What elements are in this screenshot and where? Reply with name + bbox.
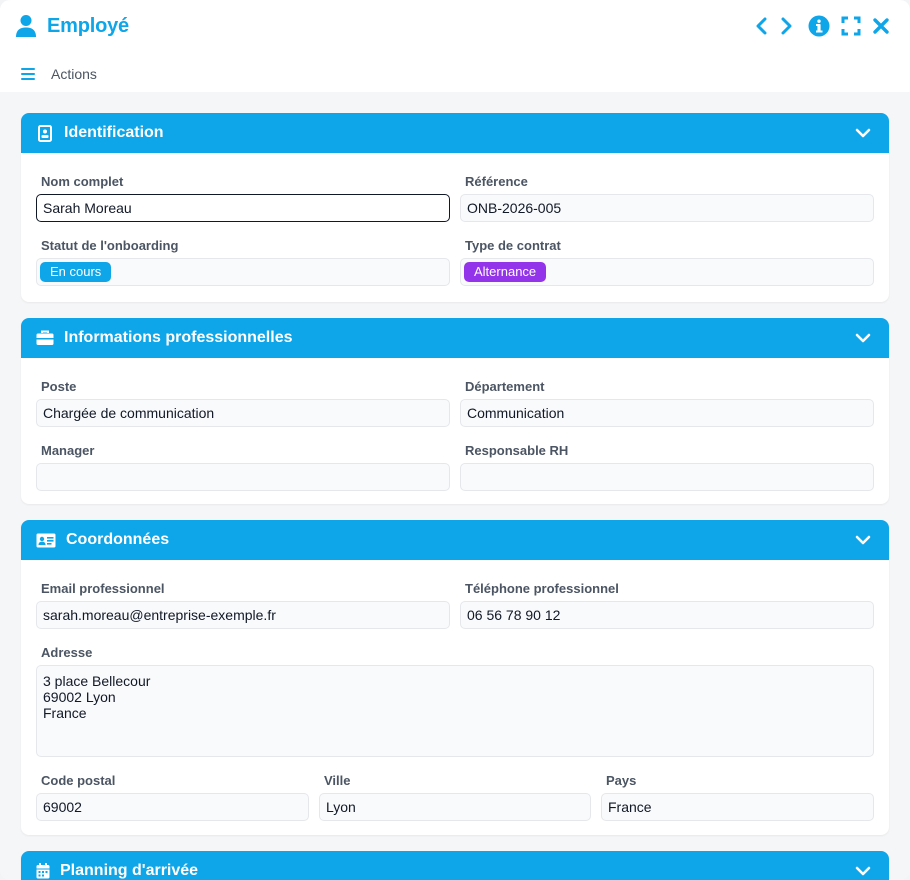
pays-value: France <box>608 799 652 815</box>
dept-value: Communication <box>467 405 565 421</box>
tel-field[interactable]: 06 56 78 90 12 <box>460 601 874 629</box>
rh-label: Responsable RH <box>465 443 569 458</box>
expand-icon[interactable] <box>840 15 862 37</box>
manager-field[interactable] <box>36 463 450 491</box>
poste-label: Poste <box>41 379 77 394</box>
statut-field[interactable]: En cours <box>36 258 450 286</box>
poste-value: Chargée de communication <box>43 405 215 421</box>
cp-value: 69002 <box>43 799 82 815</box>
cp-label: Code postal <box>41 773 116 788</box>
dept-label: Département <box>465 379 545 394</box>
contrat-field[interactable]: Alternance <box>460 258 874 286</box>
pro-title: Informations professionnelles <box>64 329 293 346</box>
email-field[interactable]: sarah.moreau@entreprise-exemple.fr <box>36 601 450 629</box>
poste-field[interactable]: Chargée de communication <box>36 399 450 427</box>
status-badge: En cours <box>40 262 112 282</box>
contact-card-icon <box>35 530 57 550</box>
pays-label: Pays <box>606 773 637 788</box>
planning-title: Planning d'arrivée <box>60 862 199 879</box>
nom-field[interactable]: Sarah Moreau <box>36 194 450 222</box>
page-title: Employé <box>47 14 129 37</box>
chevron-left-icon[interactable] <box>750 15 772 37</box>
chevron-down-icon[interactable] <box>855 125 871 141</box>
planning-section: Planning d'arrivée <box>21 851 889 880</box>
pro-section: Informations professionnelles Poste Char… <box>21 318 889 504</box>
identification-title: Identification <box>64 124 164 141</box>
email-value: sarah.moreau@entreprise-exemple.fr <box>43 607 276 623</box>
id-badge-icon <box>35 123 55 143</box>
ville-field[interactable]: Lyon <box>319 793 591 821</box>
statut-label: Statut de l'onboarding <box>41 238 179 253</box>
actions-bar: Actions <box>21 64 97 84</box>
user-icon <box>16 13 38 39</box>
planning-header[interactable]: Planning d'arrivée <box>21 851 889 880</box>
adresse-value: 3 place Bellecour 69002 Lyon France <box>43 673 151 721</box>
ref-label: Référence <box>465 174 528 189</box>
coord-title: Coordonnées <box>66 531 170 548</box>
ville-value: Lyon <box>326 799 356 815</box>
tel-label: Téléphone professionnel <box>465 581 619 596</box>
chevron-down-icon[interactable] <box>855 863 871 879</box>
chevron-down-icon[interactable] <box>855 532 871 548</box>
contract-badge: Alternance <box>464 262 547 282</box>
adresse-label: Adresse <box>41 645 93 660</box>
coord-section: Coordonnées Email professionnel sarah.mo… <box>21 520 889 835</box>
briefcase-icon <box>35 328 55 348</box>
info-icon[interactable] <box>808 15 830 37</box>
employee-window: Employé Actions Identification Nom compl… <box>0 0 910 880</box>
nom-value: Sarah Moreau <box>43 200 132 216</box>
actions-menu[interactable]: Actions <box>51 66 97 82</box>
contrat-label: Type de contrat <box>465 238 561 253</box>
hamburger-icon[interactable] <box>21 68 35 80</box>
window-controls <box>742 14 892 38</box>
ville-label: Ville <box>324 773 351 788</box>
ref-value: ONB-2026-005 <box>467 200 562 216</box>
rh-field[interactable] <box>460 463 874 491</box>
close-icon[interactable] <box>870 15 892 37</box>
title-row: Employé <box>16 12 129 40</box>
tel-value: 06 56 78 90 12 <box>467 607 561 623</box>
cp-field[interactable]: 69002 <box>36 793 309 821</box>
calendar-icon <box>35 861 51 880</box>
chevron-right-icon[interactable] <box>776 15 798 37</box>
coord-header[interactable]: Coordonnées <box>21 520 889 560</box>
adresse-field[interactable]: 3 place Bellecour 69002 Lyon France <box>36 665 874 757</box>
window-header: Employé Actions <box>0 0 910 92</box>
identification-section: Identification Nom complet Sarah Moreau … <box>21 113 889 302</box>
chevron-down-icon[interactable] <box>855 330 871 346</box>
pays-field[interactable]: France <box>601 793 874 821</box>
pro-header[interactable]: Informations professionnelles <box>21 318 889 358</box>
manager-label: Manager <box>41 443 95 458</box>
ref-field[interactable]: ONB-2026-005 <box>460 194 874 222</box>
dept-field[interactable]: Communication <box>460 399 874 427</box>
email-label: Email professionnel <box>41 581 165 596</box>
nom-label: Nom complet <box>41 174 124 189</box>
identification-header[interactable]: Identification <box>21 113 889 153</box>
